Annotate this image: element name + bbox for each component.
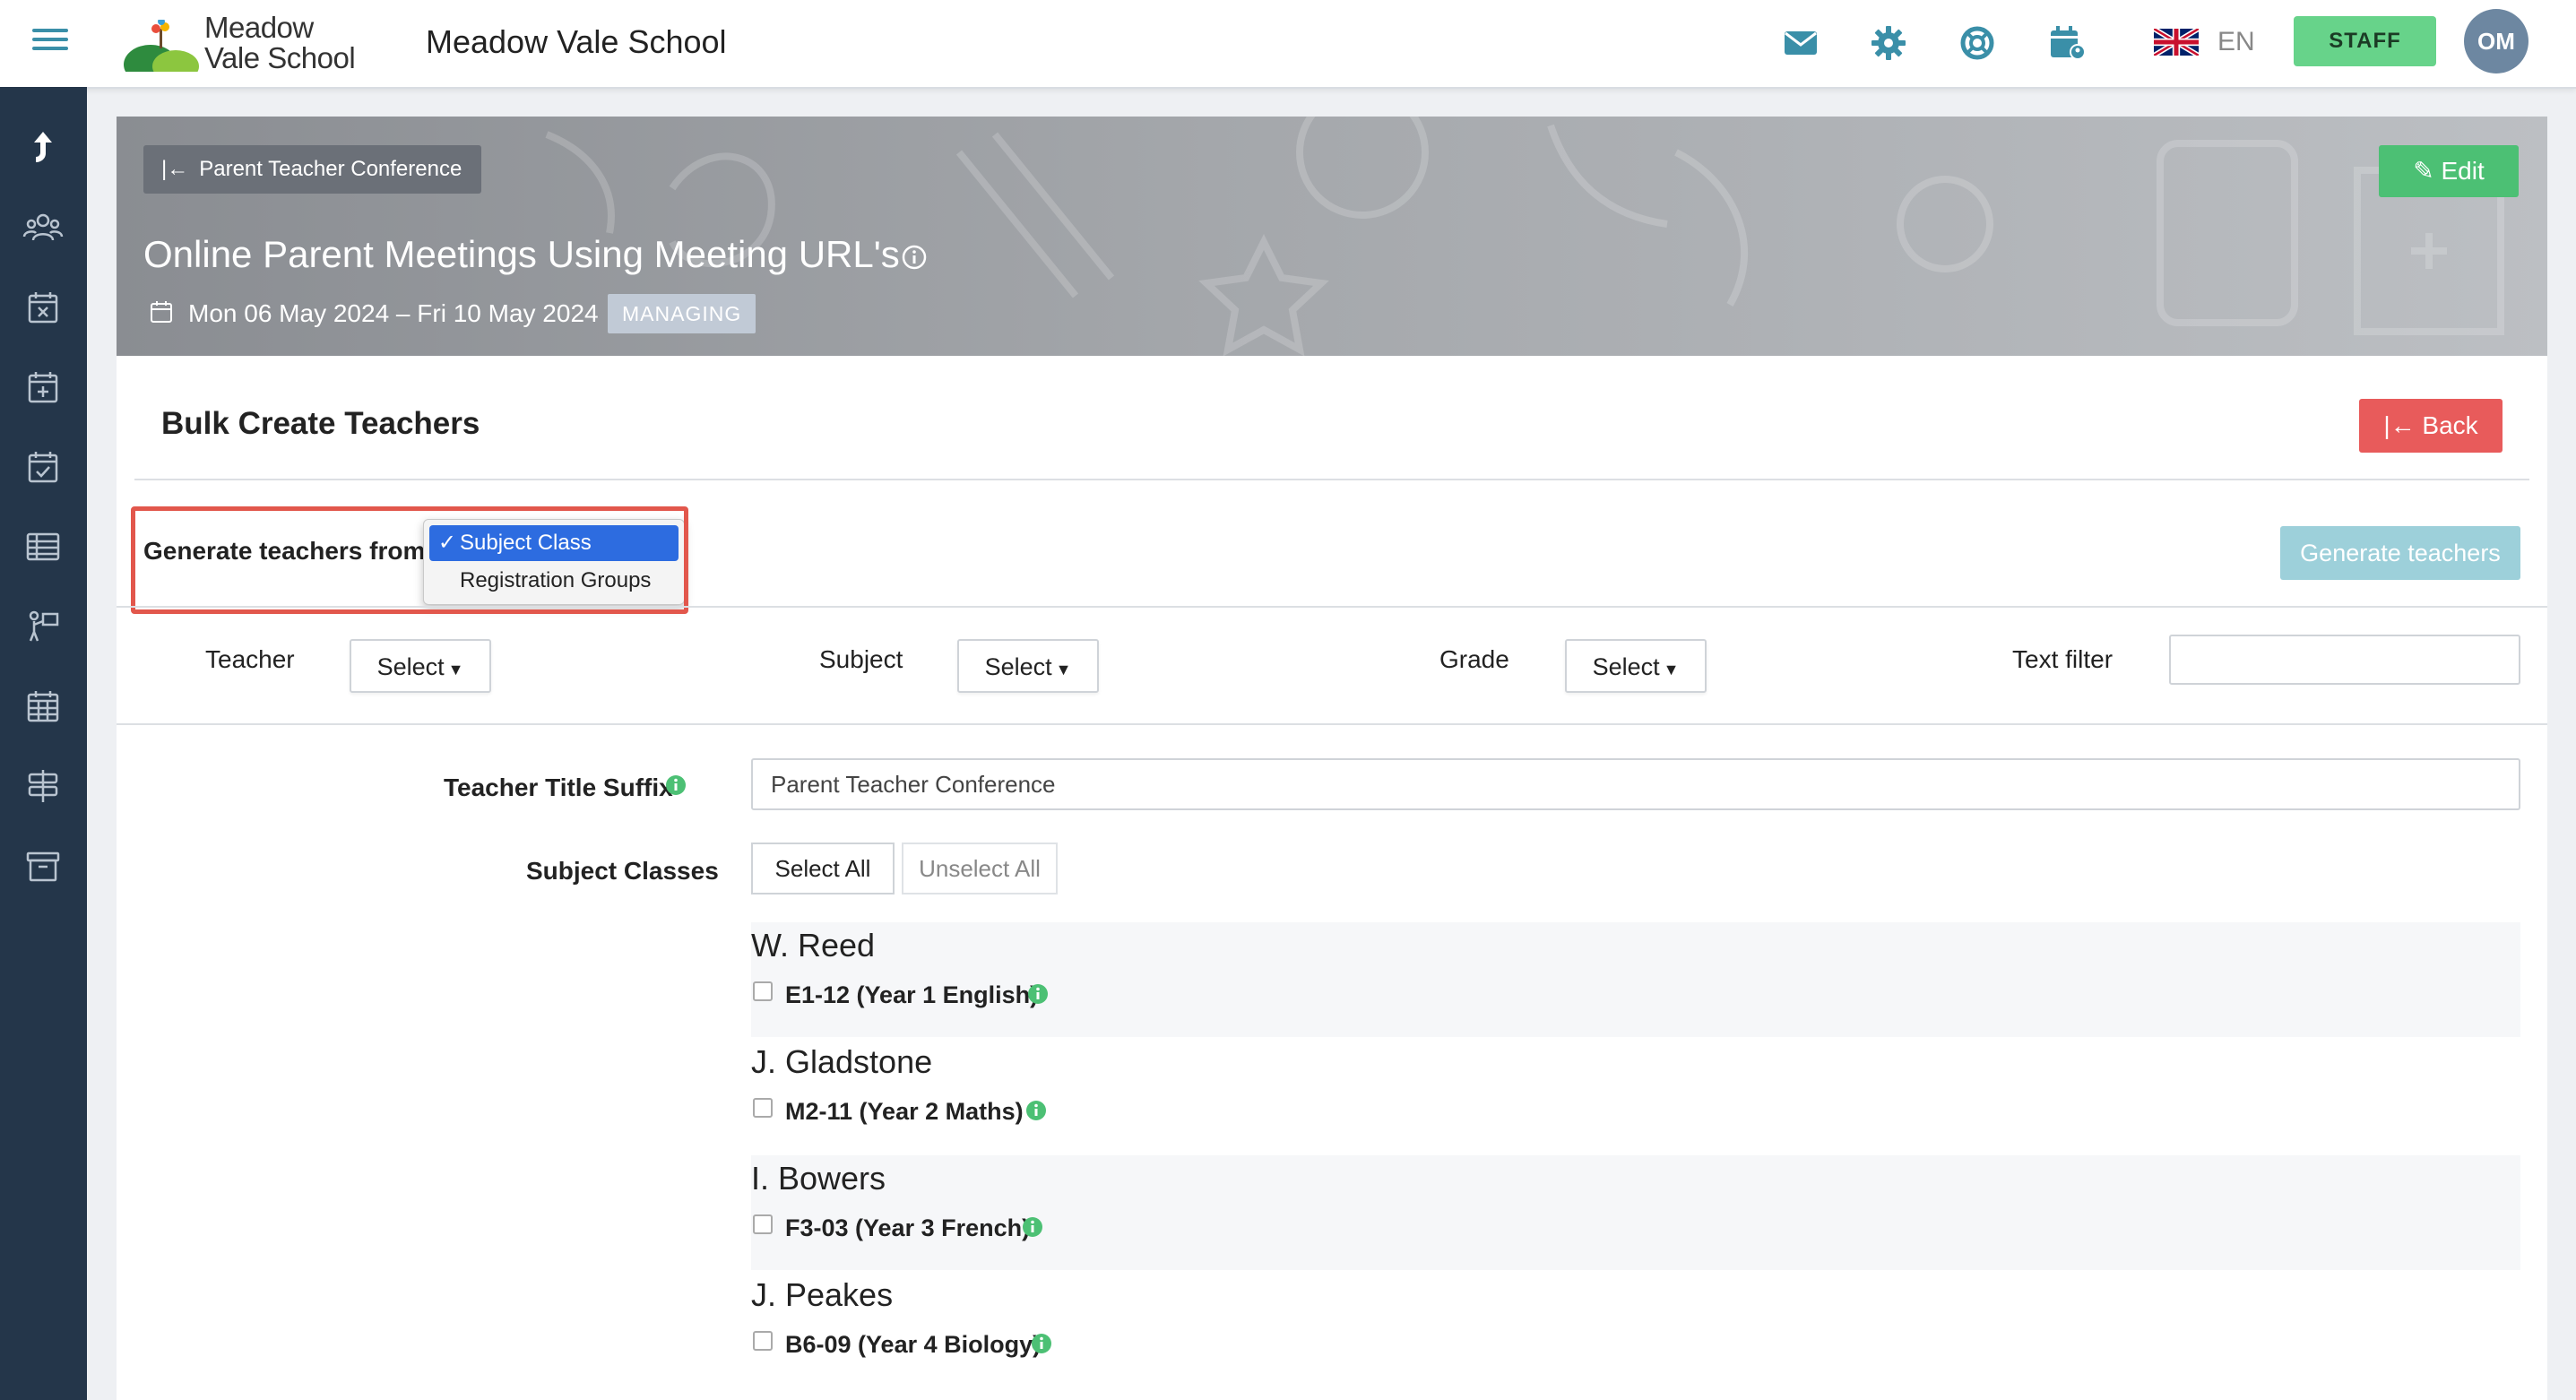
calendar-plus-icon[interactable] — [22, 366, 65, 409]
info-icon[interactable] — [665, 774, 687, 796]
class-checkbox[interactable] — [753, 981, 773, 1001]
signpost-icon[interactable] — [22, 765, 65, 808]
text-filter-label: Text filter — [2012, 645, 2114, 673]
calendar-icon — [151, 301, 172, 323]
select-label: Select — [984, 653, 1052, 680]
teacher-title-suffix-input[interactable] — [751, 758, 2520, 810]
class-checkbox[interactable] — [753, 1331, 773, 1351]
teacher-filter-label: Teacher — [205, 645, 295, 673]
event-title: Online Parent Meetings Using Meeting URL… — [143, 233, 900, 275]
jump-icon[interactable] — [22, 126, 65, 169]
bulk-create-card: Bulk Create Teachers |← Back Generate te… — [117, 356, 2547, 1400]
logo-text-line2: Vale School — [204, 41, 356, 74]
class-checkbox[interactable] — [753, 1098, 773, 1118]
breadcrumb-back-button[interactable]: |← Parent Teacher Conference — [143, 145, 482, 194]
edit-label: Edit — [2441, 157, 2485, 185]
avatar[interactable]: OM — [2464, 9, 2528, 73]
teacher-group: J. Gladstone M2-11 (Year 2 Maths) — [751, 1039, 2520, 1154]
presenter-icon[interactable] — [22, 605, 65, 648]
calendar-check-icon[interactable] — [22, 445, 65, 488]
grade-filter-label: Grade — [1439, 645, 1509, 673]
school-logo[interactable]: Meadow Vale School — [124, 7, 357, 79]
teacher-name: I. Bowers — [751, 1160, 886, 1197]
caret-down-icon: ▼ — [1055, 661, 1072, 678]
info-icon[interactable] — [901, 244, 928, 271]
back-arrow-icon: |← — [2383, 411, 2416, 439]
caret-down-icon: ▼ — [1663, 661, 1680, 678]
info-icon[interactable] — [1031, 1333, 1052, 1354]
role-badge[interactable]: STAFF — [2294, 16, 2436, 66]
back-button[interactable]: |← Back — [2359, 399, 2503, 453]
subject-filter-label: Subject — [819, 645, 903, 673]
text-filter-input[interactable] — [2169, 635, 2520, 685]
calendar-user-icon[interactable] — [2047, 23, 2087, 63]
back-arrow-icon: |← — [161, 157, 189, 181]
lifebuoy-icon[interactable] — [1958, 23, 1997, 63]
language-code[interactable]: EN — [2217, 27, 2255, 57]
info-icon[interactable] — [1025, 1100, 1047, 1121]
edit-icon: ✎ — [2413, 157, 2434, 185]
sidebar — [0, 87, 87, 1400]
calendar-x-icon[interactable] — [22, 286, 65, 329]
teacher-name: W. Reed — [751, 927, 876, 964]
info-icon[interactable] — [1027, 983, 1049, 1005]
hamburger-menu-icon[interactable] — [32, 23, 68, 59]
teacher-title-suffix-label: Teacher Title Suffix — [444, 773, 673, 801]
teacher-group: J. Peakes B6-09 (Year 4 Biology) — [751, 1272, 2520, 1387]
teacher-group: W. Reed E1-12 (Year 1 English) — [751, 922, 2520, 1037]
archive-icon[interactable] — [22, 844, 65, 887]
divider — [134, 479, 2529, 480]
class-label: B6-09 (Year 4 Biology) — [785, 1331, 1042, 1358]
teacher-name: J. Gladstone — [751, 1043, 933, 1080]
caret-down-icon: ▼ — [447, 661, 464, 678]
logo-text-line1: Meadow — [204, 11, 314, 44]
class-checkbox[interactable] — [753, 1214, 773, 1234]
select-label: Select — [376, 653, 445, 680]
select-label: Select — [1592, 653, 1660, 680]
gear-icon[interactable] — [1869, 23, 1908, 63]
mail-icon[interactable] — [1781, 23, 1820, 63]
highlight-box — [131, 506, 688, 614]
edit-button[interactable]: ✎ Edit — [2379, 145, 2519, 197]
divider — [117, 606, 2547, 608]
event-dates: Mon 06 May 2024 – Fri 10 May 2024 — [188, 299, 599, 327]
unselect-all-button[interactable]: Unselect All — [902, 843, 1058, 894]
class-label: M2-11 (Year 2 Maths) — [785, 1098, 1024, 1125]
divider — [117, 723, 2547, 725]
teacher-name: J. Peakes — [751, 1276, 894, 1313]
top-bar: Meadow Vale School Meadow Vale School EN… — [0, 0, 2576, 89]
subject-classes-label: Subject Classes — [526, 857, 719, 885]
uk-flag-icon[interactable] — [2154, 29, 2199, 56]
meadow-logo-icon — [124, 20, 199, 75]
section-title: Bulk Create Teachers — [161, 406, 480, 441]
teacher-group: I. Bowers F3-03 (Year 3 French) — [751, 1155, 2520, 1270]
users-icon[interactable] — [22, 206, 65, 249]
info-icon[interactable] — [1022, 1216, 1043, 1238]
breadcrumb-label: Parent Teacher Conference — [199, 157, 462, 181]
select-all-button[interactable]: Select All — [751, 843, 895, 894]
event-banner: |← Parent Teacher Conference ✎ Edit Onlin… — [117, 117, 2547, 356]
grade-filter-select[interactable]: Select ▼ — [1565, 639, 1707, 693]
calendar-grid-icon[interactable] — [22, 685, 65, 728]
school-name: Meadow Vale School — [426, 23, 727, 60]
class-label: E1-12 (Year 1 English) — [785, 981, 1039, 1008]
status-badge: MANAGING — [608, 294, 756, 333]
class-label: F3-03 (Year 3 French) — [785, 1214, 1031, 1241]
table-icon[interactable] — [22, 525, 65, 568]
teacher-filter-select[interactable]: Select ▼ — [350, 639, 491, 693]
back-label: Back — [2422, 411, 2478, 439]
subject-filter-select[interactable]: Select ▼ — [957, 639, 1099, 693]
generate-teachers-button[interactable]: Generate teachers — [2280, 526, 2520, 580]
